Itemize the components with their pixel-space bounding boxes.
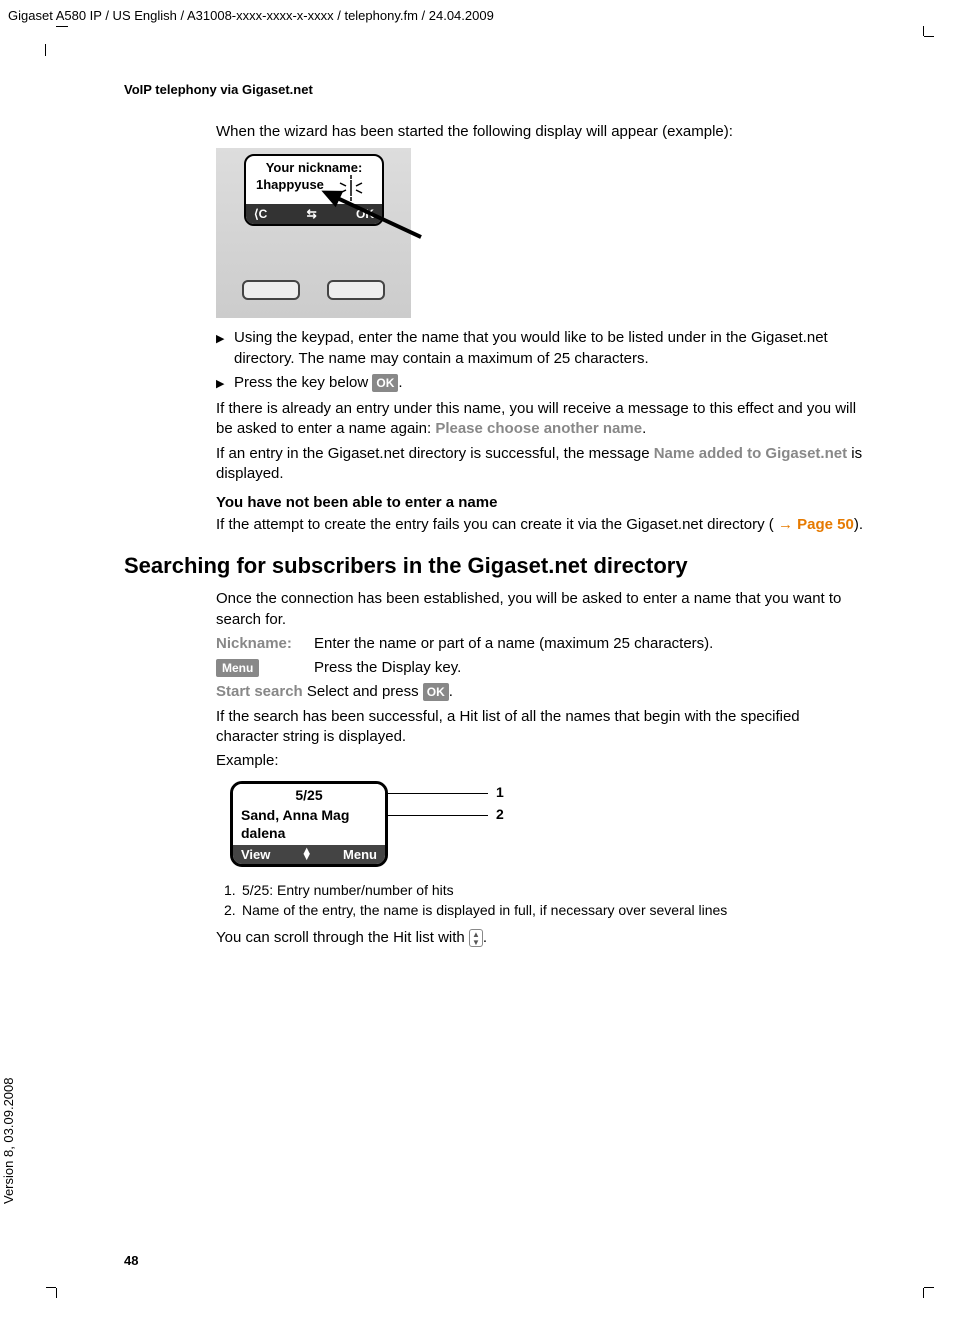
system-message: Please choose another name [435,420,642,437]
crop-mark-icon [918,1274,938,1294]
retry-text: If the attempt to create the entry fails… [216,515,863,535]
system-message: Name added to Gigaset.net [654,445,847,462]
doc-header-path: Gigaset A580 IP / US English / A31008-xx… [8,8,494,23]
scroll-instruction: You can scroll through the Hit list with… [216,928,863,948]
hitlist-entry-line1: Sand, Anna Mag [241,806,377,824]
callout-number: 2 [496,806,504,822]
start-search-label: Start search [216,683,303,700]
nickname-label: Nickname: [216,634,314,654]
text-fragment: . [398,374,402,391]
page-ref-link[interactable]: Page 50 [797,516,854,533]
lcd-input-value: 1happyuse [256,177,382,192]
text-fragment: . [642,420,646,437]
version-sidebar: Version 8, 03.09.2008 [1,1078,16,1205]
softkey-menu: Menu [343,847,377,862]
text-fragment: If an entry in the Gigaset.net directory… [216,445,654,462]
softkey-mid-switch-icon: ⇆ [307,207,317,221]
text-fragment: Select and press [303,683,423,700]
success-text: If an entry in the Gigaset.net directory… [216,444,863,485]
hitlist-display: 5/25 Sand, Anna Mag dalena View ▲▼ Menu [230,781,388,866]
legend-text: 5/25: Entry number/number of hits [242,882,454,898]
page-ref-arrow-icon: → [778,516,793,533]
legend-number: 1. [224,881,242,901]
h2-searching: Searching for subscribers in the Gigaset… [124,553,863,579]
text-fragment: Press the key below [234,374,372,391]
example-label: Example: [216,751,863,771]
text-fragment: If the attempt to create the entry fails… [216,516,778,533]
hitlist-entry-line2: dalena [241,824,377,842]
nickname-value: 1happyuse [256,177,324,192]
section-header: VoIP telephony via Gigaset.net [124,82,313,97]
intro-text: When the wizard has been started the fol… [216,122,863,142]
crop-mark-icon [918,30,938,50]
right-softkey-button [327,280,385,300]
hitlist-counter: 5/25 [233,784,385,806]
legend-item: 2.Name of the entry, the name is display… [224,901,863,921]
crop-mark-icon [42,30,62,50]
softkey-view: View [241,847,270,862]
menu-instruction: Press the Display key. [314,658,863,678]
subheading: You have not been able to enter a name [216,494,863,511]
callout-number: 1 [496,784,504,800]
legend-item: 1.5/25: Entry number/number of hits [224,881,863,901]
text-fragment: . [449,683,453,700]
text-fragment: You can scroll through the Hit list with [216,929,469,946]
menu-key-badge: Menu [216,659,259,677]
hitlist-explain: If the search has been successful, a Hit… [216,707,863,748]
softkey-left-clear: ⟨C [254,207,267,221]
text-fragment: . [483,929,487,946]
left-softkey-button [242,280,300,300]
up-down-key-icon: ▲▼ [469,929,483,947]
handset-display-example: Your nickname: 1happyuse [216,148,411,318]
up-down-icon: ▲▼ [301,848,312,861]
legend-number: 2. [224,901,242,921]
callout-lines: 1 2 [388,781,508,871]
duplicate-name-text: If there is already an entry under this … [216,399,863,440]
search-intro: Once the connection has been established… [216,589,863,630]
instruction-item: Press the key below OK. [216,373,863,393]
start-search-row: Start search Select and press OK. [216,682,863,702]
ok-key-badge: OK [372,374,398,392]
ok-key-badge: OK [423,683,449,701]
page-number: 48 [124,1253,138,1268]
text-fragment: ). [854,516,863,533]
crop-mark-icon [42,1274,62,1294]
nickname-instruction: Enter the name or part of a name (maximu… [314,634,863,654]
legend-text: Name of the entry, the name is displayed… [242,902,727,918]
instruction-item: Using the keypad, enter the name that yo… [216,328,863,369]
